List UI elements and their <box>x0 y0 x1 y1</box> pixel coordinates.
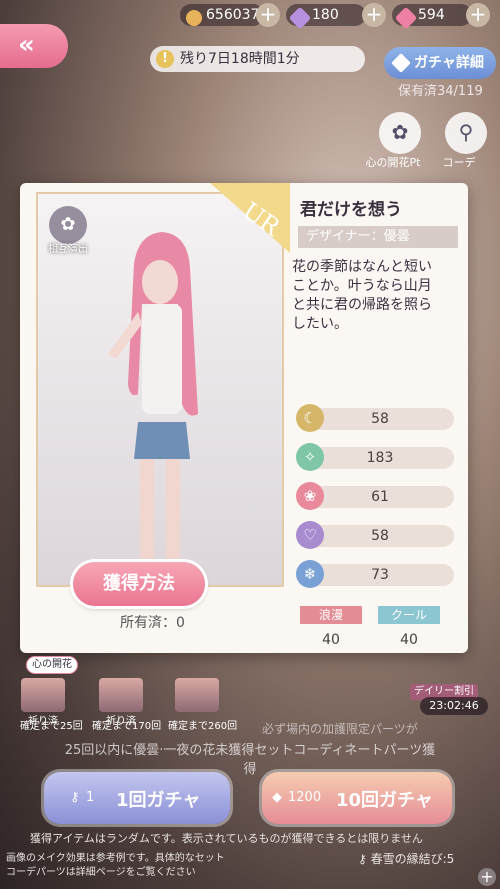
reward-counter: 確定まで25回 <box>20 721 83 732</box>
lotus-icon: ✿ <box>49 206 87 244</box>
key-icon: ⚷ <box>70 790 80 805</box>
back-arrow-icon: « <box>18 30 35 60</box>
heart-bloom-badge[interactable]: 心の開花 <box>26 656 78 674</box>
sweet-icon: ❀ <box>296 482 324 510</box>
elegant-icon: ☾ <box>296 404 324 432</box>
search-icon: ⚲ <box>445 112 487 154</box>
fresh-icon: ✧ <box>296 443 324 471</box>
add-purple-diamond-button[interactable]: + <box>362 3 386 27</box>
sexy-icon: ♡ <box>296 521 324 549</box>
event-timer: ! 残り7日18時間1分 <box>150 46 365 72</box>
tag-romantic: 浪漫 <box>300 606 362 624</box>
stat-row: ♡ 58 <box>296 521 454 549</box>
reward-thumbnail <box>99 678 143 712</box>
gold-counter: 6560371 <box>180 4 268 26</box>
reward-thumbnail <box>21 678 65 712</box>
add-gold-button[interactable]: + <box>256 3 280 27</box>
spring-snow-counter: ⚷ 春雪の縁結び:5 <box>358 850 454 867</box>
single-cost: 1 <box>86 790 95 805</box>
purple-diamond-icon <box>288 6 312 30</box>
footnote-line1: 画像のメイク効果は参考例です。具体的なセット <box>6 853 225 864</box>
stat-value: 58 <box>371 528 389 544</box>
add-spring-snow-button[interactable]: + <box>478 868 496 886</box>
reward-counter: 確定まで170回 <box>92 721 162 732</box>
bloom-pt-label: 心の開花Pt <box>365 156 421 169</box>
stat-value: 183 <box>366 450 394 466</box>
stat-value: 73 <box>371 567 389 583</box>
top-bar: 6560371 + 180 + 594 + <box>0 0 500 30</box>
diamond-icon: ◆ <box>272 790 282 805</box>
single-gacha-label: 1回ガチャ <box>116 790 201 811</box>
purple-diamond-counter: 180 <box>286 4 366 30</box>
pink-diamond-icon <box>394 6 418 30</box>
discount-countdown: 23:02:46 <box>420 697 488 715</box>
add-pink-diamond-button[interactable]: + <box>466 3 490 27</box>
gacha-detail-label: ガチャ詳細 <box>414 55 484 71</box>
pink-diamond-value: 594 <box>418 7 445 23</box>
mutual-effect-label: 相互演出 <box>48 244 88 255</box>
guarantee-note: 必ず場内の加護限定パーツが <box>262 722 418 736</box>
stat-row: ✧ 183 <box>296 443 454 471</box>
alert-icon: ! <box>156 50 174 68</box>
timer-text: 残り7日18時間1分 <box>180 51 300 67</box>
ten-gacha-label: 10回ガチャ <box>336 790 433 811</box>
coordinate-label: コーデ <box>442 156 476 169</box>
pray-reward-3[interactable] <box>172 678 222 712</box>
cool-icon: ❄ <box>296 560 324 588</box>
random-disclaimer: 獲得アイテムはランダムです。表示されているものが獲得できるとは限りません <box>30 832 423 845</box>
stat-value: 61 <box>371 489 389 505</box>
purple-diamond-value: 180 <box>312 7 339 23</box>
ten-gacha-button[interactable]: ◆ 1200 10回ガチャ <box>262 772 452 824</box>
tag-cool: クール <box>378 606 440 624</box>
pink-diamond-counter: 594 <box>392 4 472 30</box>
mutual-effect-button[interactable]: ✿ 相互演出 <box>40 206 96 255</box>
possessed-count: 所有済：0 <box>120 615 185 631</box>
bloom-pt-button[interactable]: ✿ 心の開花Pt <box>366 112 428 170</box>
coin-icon <box>186 10 202 26</box>
stat-value: 58 <box>371 411 389 427</box>
single-gacha-button[interactable]: ⚷ 1 1回ガチャ <box>44 772 230 824</box>
stat-row: ❀ 61 <box>296 482 454 510</box>
tag-cool-value: 40 <box>400 632 418 648</box>
back-button[interactable]: « <box>0 24 68 68</box>
stat-row: ☾ 58 <box>296 404 454 432</box>
footnote-line2: コーデパーツは詳細ページをご覧ください <box>6 867 196 878</box>
key-icon: ⚷ <box>358 852 367 866</box>
reward-counter: 確定まで260回 <box>168 721 238 732</box>
item-title: 君だけを想う <box>300 200 402 220</box>
acquire-method-button[interactable]: 獲得方法 <box>73 562 205 606</box>
reward-thumbnail <box>175 678 219 712</box>
coordinate-button[interactable]: ⚲ コーデ <box>438 112 494 170</box>
flower-icon: ✿ <box>379 112 421 154</box>
ten-cost: 1200 <box>288 790 322 805</box>
spring-snow-value: 春雪の縁結び:5 <box>370 852 455 866</box>
gacha-detail-button[interactable]: ガチャ詳細 <box>384 47 496 79</box>
designer-label: デザイナー：優曇 <box>298 226 458 248</box>
tag-romantic-value: 40 <box>322 632 340 648</box>
diamond-icon <box>391 53 411 73</box>
rarity-ribbon: UR <box>170 183 290 253</box>
stat-row: ❄ 73 <box>296 560 454 588</box>
owned-count: 保有済34/119 <box>398 84 483 99</box>
item-description: 花の季節はなんと短いことか。叶うなら山月と共に君の帰路を照らしたい。 <box>292 259 432 332</box>
